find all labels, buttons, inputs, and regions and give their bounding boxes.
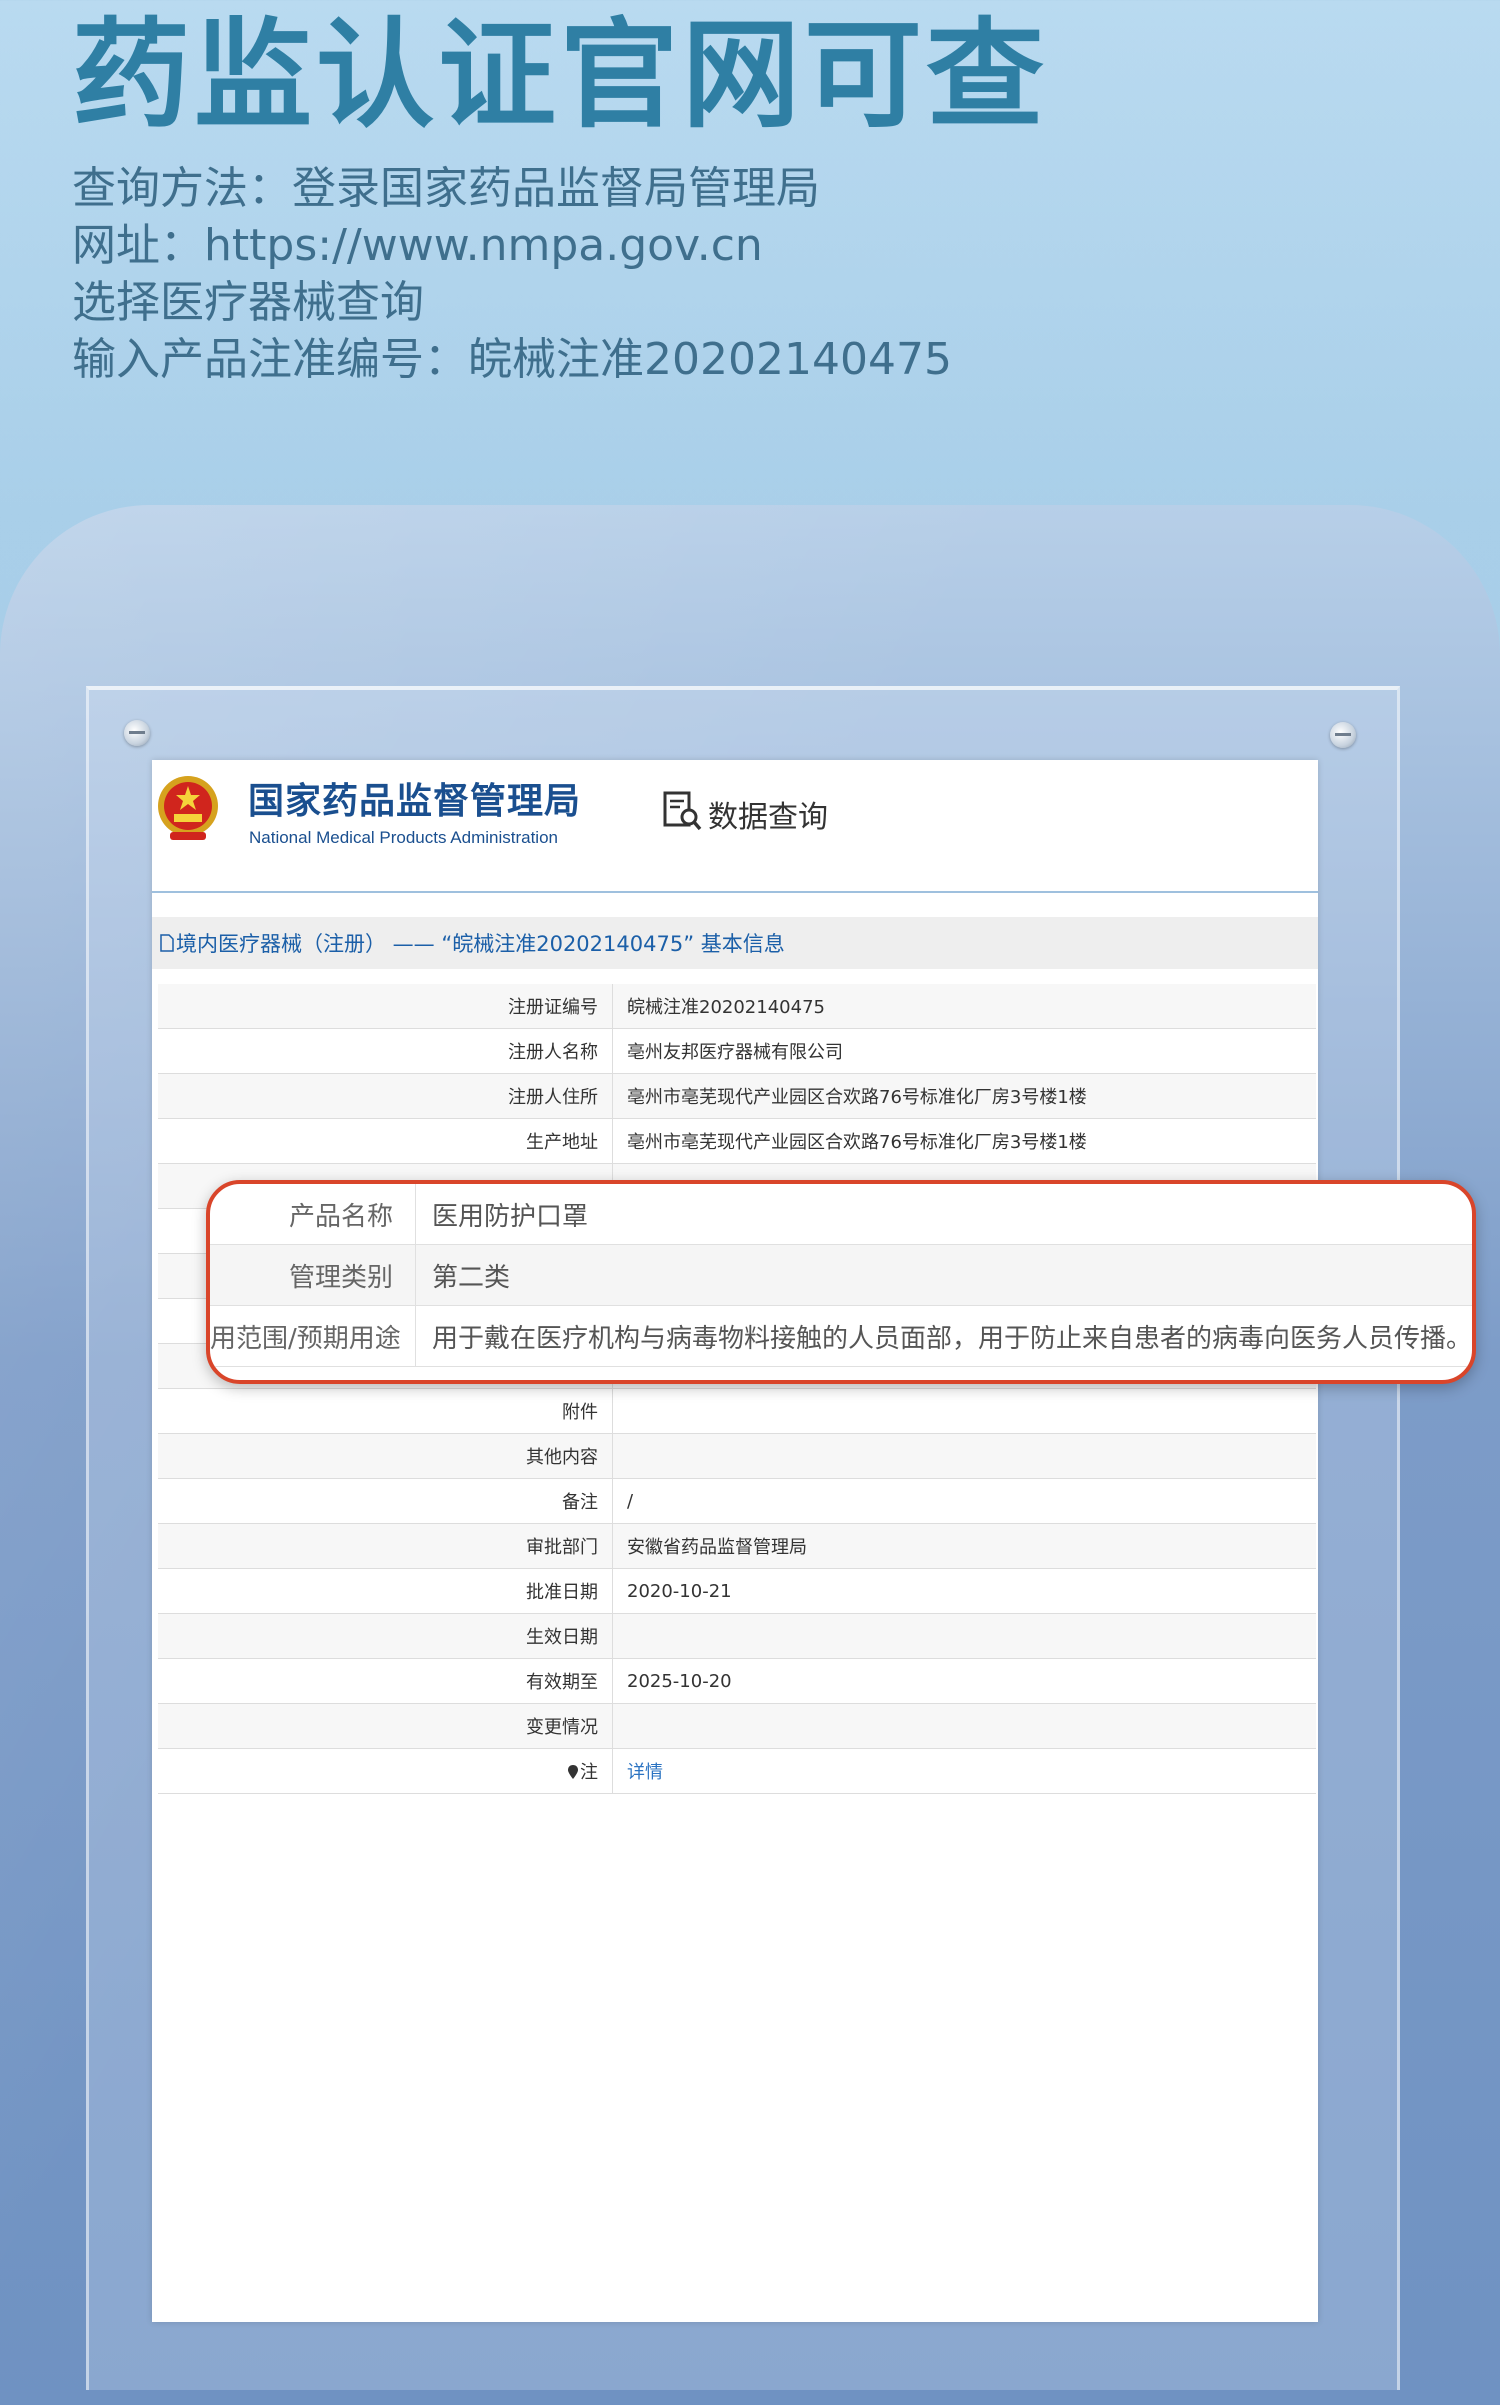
callout-value: 用于戴在医疗机构与病毒物料接触的人员面部，用于防止来自患者的病毒向医务人员传播。 [415, 1305, 1472, 1367]
row-key: 注册人住所 [158, 1073, 613, 1119]
details-link[interactable]: 详情 [627, 1762, 663, 1783]
breadcrumb-text[interactable]: 境内医疗器械（注册） —— “皖械注准20202140475” 基本信息 [176, 928, 785, 958]
table-row: 变更情况 [158, 1703, 1316, 1749]
instruction-select: 选择医疗器械查询 [72, 277, 424, 328]
row-key: 其他内容 [158, 1433, 613, 1479]
row-key-note: 注 [158, 1748, 613, 1794]
row-value: 2020-10-21 [612, 1568, 1316, 1614]
row-value: 亳州市亳芜现代产业园区合欢路76号标准化厂房3号楼1楼 [612, 1118, 1316, 1164]
breadcrumb: 境内医疗器械（注册） —— “皖械注准20202140475” 基本信息 [152, 917, 1318, 969]
table-row: 有效期至 2025-10-20 [158, 1658, 1316, 1704]
screw-icon [124, 720, 150, 746]
org-name-en: National Medical Products Administration [249, 828, 558, 847]
callout-table: 产品名称 医用防护口罩 管理类别 第二类 用范围/预期用途 用于戴在医疗机构与病毒物料… [210, 1184, 1472, 1367]
nmpa-webpage: 国家药品监督管理局 National Medical Products Admi… [152, 760, 1318, 2322]
row-value: / [612, 1478, 1316, 1524]
row-value: 亳州市亳芜现代产业园区合欢路76号标准化厂房3号楼1楼 [612, 1073, 1316, 1119]
row-key: 注册证编号 [158, 984, 613, 1029]
row-key: 审批部门 [158, 1523, 613, 1569]
table-row: 生产地址 亳州市亳芜现代产业园区合欢路76号标准化厂房3号楼1楼 [158, 1118, 1316, 1164]
hero-instructions: 查询方法：登录国家药品监督局管理局 网址：https://www.nmpa.go… [72, 160, 1372, 388]
instruction-method: 查询方法：登录国家药品监督局管理局 [72, 163, 820, 214]
row-value: 安徽省药品监督管理局 [612, 1523, 1316, 1569]
row-value: 皖械注准20202140475 [612, 984, 1316, 1029]
row-key: 注册人名称 [158, 1028, 613, 1074]
table-row: 其他内容 [158, 1433, 1316, 1479]
table-row: 生效日期 [158, 1613, 1316, 1659]
row-key: 批准日期 [158, 1568, 613, 1614]
callout-value: 第二类 [415, 1244, 1472, 1306]
row-key: 有效期至 [158, 1658, 613, 1704]
data-query-link[interactable]: 数据查询 [708, 792, 828, 836]
row-value: 2025-10-20 [612, 1658, 1316, 1704]
national-emblem-icon [158, 776, 218, 840]
table-row: 注 详情 [158, 1748, 1316, 1794]
callout-key: 产品名称 [210, 1184, 416, 1245]
screw-icon [1330, 722, 1356, 748]
row-key: 变更情况 [158, 1703, 613, 1749]
row-key: 生效日期 [158, 1613, 613, 1659]
table-row: 注册证编号 皖械注准20202140475 [158, 984, 1316, 1029]
row-value [612, 1388, 1316, 1434]
table-row: 产品名称 医用防护口罩 [210, 1184, 1472, 1245]
hero-title: 药监认证官网可查 [72, 6, 1049, 144]
table-row: 用范围/预期用途 用于戴在医疗机构与病毒物料接触的人员面部，用于防止来自患者的病毒… [210, 1305, 1472, 1367]
registration-info-table: 注册证编号 皖械注准20202140475 注册人名称 亳州友邦医疗器械有限公司 注… [158, 984, 1316, 1794]
callout-key: 管理类别 [210, 1244, 416, 1306]
callout-value: 医用防护口罩 [415, 1184, 1472, 1245]
row-value: 亳州友邦医疗器械有限公司 [612, 1028, 1316, 1074]
location-pin-icon [568, 1765, 578, 1779]
row-value [612, 1703, 1316, 1749]
table-row: 备注 / [158, 1478, 1316, 1524]
highlight-callout: 产品名称 医用防护口罩 管理类别 第二类 用范围/预期用途 用于戴在医疗机构与病毒物料… [206, 1180, 1476, 1384]
callout-key: 用范围/预期用途 [210, 1305, 416, 1367]
row-key: 附件 [158, 1388, 613, 1434]
table-row: 注册人名称 亳州友邦医疗器械有限公司 [158, 1028, 1316, 1074]
row-key: 生产地址 [158, 1118, 613, 1164]
instruction-input: 输入产品注准编号：皖械注准20202140475 [72, 334, 952, 385]
document-icon [160, 934, 174, 952]
row-key: 备注 [158, 1478, 613, 1524]
org-name-cn[interactable]: 国家药品监督管理局 [248, 772, 581, 824]
site-header: 国家药品监督管理局 National Medical Products Admi… [152, 760, 1318, 893]
table-row: 审批部门 安徽省药品监督管理局 [158, 1523, 1316, 1569]
hero: 药监认证官网可查 查询方法：登录国家药品监督局管理局 网址：https://ww… [72, 0, 1372, 388]
row-value [612, 1433, 1316, 1479]
table-row: 附件 [158, 1388, 1316, 1434]
instruction-url: 网址：https://www.nmpa.gov.cn [72, 220, 763, 271]
table-row: 注册人住所 亳州市亳芜现代产业园区合欢路76号标准化厂房3号楼1楼 [158, 1073, 1316, 1119]
table-row: 批准日期 2020-10-21 [158, 1568, 1316, 1614]
row-value: 详情 [612, 1748, 1316, 1794]
row-key: 注 [580, 1762, 598, 1783]
row-value [612, 1613, 1316, 1659]
data-query-icon[interactable] [662, 790, 702, 832]
table-row: 管理类别 第二类 [210, 1244, 1472, 1306]
